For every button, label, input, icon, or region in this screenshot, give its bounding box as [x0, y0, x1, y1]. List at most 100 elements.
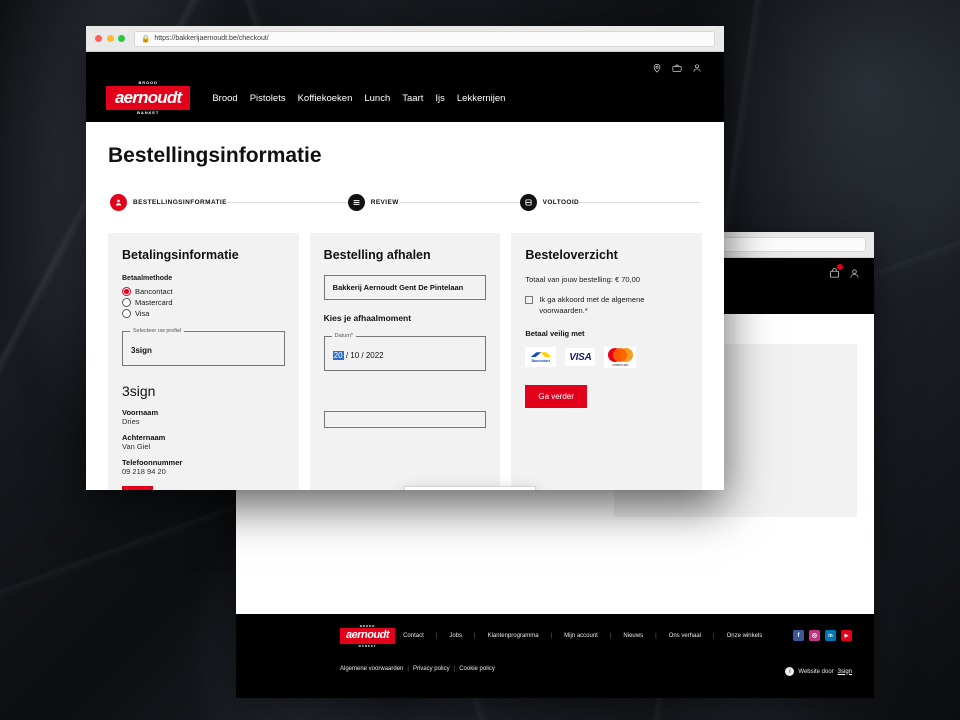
footer-primary-row: BROOD aernoudt BANKET Contact | Jobs | K… — [340, 624, 852, 647]
step-voltooid[interactable]: VOLTOOID — [519, 194, 580, 211]
footer-logo-main: aernoudt — [346, 629, 390, 641]
instagram-icon[interactable]: ◎ — [809, 630, 820, 641]
info-key-achternaam: Achternaam — [122, 433, 166, 442]
payment-info-card: Betalingsinformatie Betaalmethode Bancon… — [108, 233, 299, 490]
info-key-voornaam: Voornaam — [122, 408, 159, 417]
logo-main: aernoudt — [115, 88, 182, 107]
pickup-subtitle: Kies je afhaalmoment — [323, 313, 412, 323]
footer-link-cookie-policy[interactable]: Cookie policy — [459, 666, 495, 672]
info-key-telefoonnummer: Telefoonnummer — [122, 458, 183, 467]
footer-sep: | — [550, 633, 553, 639]
nav-item-lekkernijen[interactable]: Lekkernijen — [457, 93, 506, 104]
radio-icon-visa — [122, 309, 131, 318]
close-button[interactable] — [95, 35, 102, 42]
terms-checkbox[interactable] — [525, 296, 534, 304]
pickup-card-title: Bestelling afhalen — [323, 248, 431, 262]
site-logo[interactable]: BROOD aernoudt BANKET — [106, 81, 191, 115]
maximize-button[interactable] — [118, 35, 125, 42]
bancontact-logo: Bancontact — [525, 347, 557, 368]
linkedin-icon[interactable]: in — [825, 630, 836, 641]
nav-item-brood[interactable]: Brood — [212, 93, 237, 104]
radio-mastercard[interactable]: Mastercard — [122, 298, 285, 307]
credit-link-3sign[interactable]: 3sign — [838, 669, 852, 675]
user-icon[interactable] — [849, 266, 860, 284]
radio-bancontact[interactable]: Bancontact — [122, 287, 285, 296]
checkout-stepper: BESTELLINGSINFORMATIE REVIEW VOLTOOID — [108, 194, 702, 211]
footer-logo-sub: BANKET — [358, 643, 377, 648]
cart-icon[interactable] — [829, 264, 843, 284]
continue-button[interactable]: Ga verder — [525, 384, 587, 408]
step-connector — [398, 202, 520, 203]
footer-link-privacy-policy[interactable]: Privacy policy — [413, 666, 450, 672]
radio-icon-bancontact — [122, 287, 131, 296]
footer-link-onze-winkels[interactable]: Onze winkels — [727, 633, 763, 639]
bancontact-mark — [530, 351, 551, 358]
footer-link-contact[interactable]: Contact — [403, 633, 424, 639]
location-pin-icon[interactable] — [652, 60, 662, 78]
date-field[interactable]: Datum* 20 / 10 / 2022 — [323, 332, 487, 371]
footer-credit: i Website door 3sign — [785, 667, 852, 676]
time-field[interactable] — [323, 411, 487, 428]
nav-item-koffiekoeken[interactable]: Koffiekoeken — [298, 93, 353, 104]
facebook-icon[interactable]: f — [793, 630, 804, 641]
terms-suffix: .* — [582, 305, 588, 315]
bancontact-text: Bancontact — [531, 359, 551, 364]
nav-item-lunch[interactable]: Lunch — [364, 93, 390, 104]
user-circle-icon — [110, 194, 127, 211]
footer-logo[interactable]: BROOD aernoudt BANKET — [340, 624, 396, 647]
main-navigation: Brood Pistolets Koffiekoeken Lunch Taart… — [212, 93, 505, 104]
info-icon: i — [785, 667, 795, 676]
terms-text: Ik ga akkoord met de algemene voorwaarde… — [539, 295, 688, 317]
pickup-location-input[interactable]: Bakkerij Aernoudt Gent De Pintelaan — [323, 275, 487, 300]
nav-item-ijs[interactable]: Ijs — [435, 93, 445, 104]
footer-sep: | — [453, 666, 456, 672]
footer-link-klantenprogramma[interactable]: Klantenprogramma — [488, 633, 539, 639]
step-bestellingsinformatie[interactable]: BESTELLINGSINFORMATIE — [110, 194, 227, 211]
checkout-browser-window[interactable]: 🔒 https://bakkerijaernoudt.be/checkout/ — [86, 26, 724, 490]
url-text: https://bakkerijaernoudt.be/checkout/ — [154, 35, 269, 42]
nav-item-taart[interactable]: Taart — [402, 93, 423, 104]
credit-text: Website door — [798, 668, 834, 675]
youtube-icon[interactable]: ▶ — [841, 630, 852, 641]
footer-link-algemene-voorwaarden[interactable]: Algemene voorwaarden — [340, 666, 403, 672]
browser-chrome: 🔒 https://bakkerijaernoudt.be/checkout/ — [86, 26, 724, 52]
summary-total: Totaal van jouw bestelling: € 70,00 — [525, 275, 641, 284]
checkout-cards: Betalingsinformatie Betaalmethode Bancon… — [108, 233, 703, 490]
date-day-segment[interactable]: 20 — [332, 351, 344, 360]
edit-profile-button[interactable]: Edit — [122, 486, 154, 490]
logo-sup: BROOD — [138, 80, 158, 85]
terms-row[interactable]: Ik ga akkoord met de algemene voorwaarde… — [525, 295, 688, 317]
header-utility-icons — [652, 60, 702, 78]
step-label-voltooid: VOLTOOID — [542, 199, 580, 206]
mastercard-text: mastercard — [612, 362, 629, 367]
nav-item-pistolets[interactable]: Pistolets — [250, 93, 286, 104]
footer-link-mijn-account[interactable]: Mijn account — [564, 633, 598, 639]
footer-sep: | — [655, 633, 657, 639]
lock-icon: 🔒 — [141, 33, 151, 43]
step-review[interactable]: REVIEW — [347, 194, 399, 211]
shopping-bag-icon[interactable] — [672, 60, 682, 78]
url-bar[interactable]: 🔒 https://bakkerijaernoudt.be/checkout/ — [134, 30, 715, 47]
profile-select-legend: Selecteer uw profiel — [130, 327, 185, 334]
footer-link-ons-verhaal[interactable]: Ons verhaal — [669, 633, 701, 639]
date-field-legend: Datum* — [331, 332, 357, 339]
radio-visa[interactable]: Visa — [122, 309, 285, 318]
radio-label-bancontact: Bancontact — [135, 287, 173, 296]
info-value-achternaam: Van Giel — [122, 442, 151, 451]
user-icon[interactable] — [692, 60, 702, 78]
footer-link-nieuws[interactable]: Nieuws — [623, 633, 643, 639]
footer-sep: | — [435, 633, 438, 639]
info-value-telefoonnummer: 09 218 94 20 — [122, 467, 166, 476]
footer-social-links: f ◎ in ▶ — [793, 630, 852, 641]
mastercard-circles — [607, 347, 633, 362]
footer-link-jobs[interactable]: Jobs — [449, 633, 462, 639]
logo-sub: BANKET — [137, 110, 160, 115]
date-rest-segment[interactable]: / 10 / 2022 — [346, 351, 384, 360]
profile-select[interactable]: Selecteer uw profiel 3sign — [122, 327, 285, 366]
step-connector — [579, 202, 700, 203]
date-picker-popup[interactable]: ‹ oktober 2022 ▾ › madiwodovrzazo2627282… — [404, 486, 536, 490]
radio-label-mastercard: Mastercard — [135, 298, 173, 307]
footer-sep: | — [474, 633, 476, 639]
pickup-card: Bestelling afhalen Bakkerij Aernoudt Gen… — [309, 233, 501, 490]
minimize-button[interactable] — [106, 35, 114, 42]
